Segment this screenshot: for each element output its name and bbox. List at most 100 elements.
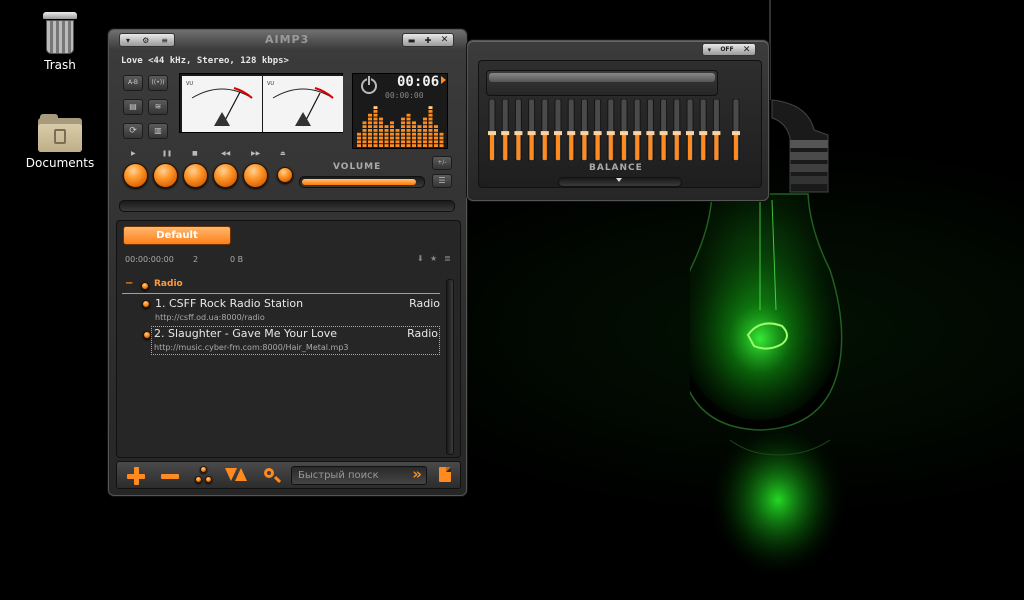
- eq-off-button[interactable]: OFF: [720, 46, 733, 53]
- eq-band-knob[interactable]: [606, 131, 615, 136]
- spectrum-bar: [423, 136, 427, 140]
- app-logo: AIMP3: [265, 33, 310, 46]
- spectrum-bar: [417, 136, 422, 140]
- add-button[interactable]: [121, 465, 151, 485]
- sort-button[interactable]: [223, 467, 249, 483]
- skin-menu-icon[interactable]: ≡: [161, 36, 168, 45]
- spectrum-bar: [384, 125, 389, 128]
- eq-band-knob[interactable]: [593, 131, 602, 136]
- eq-band-level: [635, 133, 640, 160]
- spectrum-bar: [390, 121, 394, 125]
- eq-menu-icon[interactable]: ▾: [708, 46, 712, 54]
- eq-preset-bar[interactable]: [486, 70, 718, 96]
- eq-band-knob[interactable]: [554, 131, 562, 136]
- pin-icon[interactable]: ✚: [425, 36, 432, 45]
- stop-button[interactable]: [183, 163, 208, 188]
- spectrum-bar: [434, 144, 438, 147]
- sound-effects-button[interactable]: ≋: [148, 99, 168, 115]
- playlist-file-button[interactable]: [437, 466, 453, 485]
- spectrum-bar: [401, 144, 405, 147]
- close-icon[interactable]: ✕: [441, 35, 449, 45]
- eq-band-knob[interactable]: [567, 131, 576, 136]
- group-header-radio[interactable]: − Radio: [122, 278, 440, 294]
- title-bar[interactable]: ▾ ⚙ ≡ AIMP3 ▬ ✚ ✕: [109, 30, 466, 50]
- spectrum-bar: [368, 132, 372, 136]
- spectrum-bar: [401, 129, 405, 132]
- eq-band-knob[interactable]: [514, 131, 523, 136]
- sort-icon[interactable]: ⬇: [417, 254, 424, 263]
- eq-close-icon[interactable]: ✕: [743, 45, 751, 55]
- spectrum-bar: [428, 140, 433, 144]
- favorite-icon[interactable]: ★: [430, 254, 437, 263]
- playlist-scrollbar[interactable]: [446, 279, 454, 455]
- quick-search-input[interactable]: Быстрый поиск »: [291, 465, 427, 485]
- eq-preamp-slider[interactable]: [731, 99, 755, 161]
- volume-slider[interactable]: [299, 176, 425, 188]
- eq-band-knob[interactable]: [501, 131, 510, 136]
- previous-button[interactable]: [213, 163, 238, 188]
- eq-band-knob[interactable]: [580, 131, 589, 136]
- list-item[interactable]: 2. Slaughter - Gave Me Your Love Radio h…: [143, 326, 440, 355]
- eq-band-knob[interactable]: [686, 131, 694, 136]
- radio-button[interactable]: ((•)): [148, 75, 168, 91]
- eq-band-knob[interactable]: [527, 131, 536, 136]
- desktop-icon-documents[interactable]: Documents: [10, 114, 110, 170]
- spectrum-bar: [384, 132, 389, 136]
- minimize-icon[interactable]: ▬: [408, 36, 416, 45]
- eq-band-knob[interactable]: [633, 131, 642, 136]
- eq-band-knob[interactable]: [488, 131, 496, 136]
- spectrum-bar: [390, 132, 394, 136]
- elapsed-time[interactable]: 00:06: [397, 74, 439, 90]
- seek-bar[interactable]: [119, 200, 455, 212]
- desktop-icon-label: Documents: [25, 156, 95, 170]
- eq-band-level: [595, 133, 600, 160]
- eq-band-level: [714, 133, 719, 160]
- open-file-button[interactable]: [277, 167, 293, 183]
- playlist-tab-default[interactable]: Default: [123, 226, 231, 245]
- eq-band-knob[interactable]: [620, 131, 628, 136]
- spectrum-bar: [395, 129, 400, 132]
- spectrum-bar: [423, 144, 427, 147]
- eq-band-sliders[interactable]: [487, 99, 727, 161]
- spectrum-bar: [428, 144, 433, 147]
- eq-band-knob[interactable]: [712, 131, 721, 136]
- eq-band-knob[interactable]: [659, 131, 668, 136]
- spectrum-bar: [406, 144, 411, 147]
- eq-band-knob[interactable]: [699, 131, 708, 136]
- spectrum-bar: [390, 140, 394, 144]
- ab-repeat-button[interactable]: A-B: [123, 75, 143, 91]
- spectrum-bar: [428, 132, 433, 136]
- find-button[interactable]: [261, 465, 283, 485]
- spectrum-bar: [373, 129, 378, 132]
- list-item[interactable]: 1. CSFF Rock Radio Station Radio http://…: [142, 296, 440, 324]
- item-bullet-icon: [143, 331, 151, 339]
- playlist-menu-button[interactable]: ☰: [432, 174, 452, 188]
- spectrum-bar: [406, 113, 411, 117]
- remove-button[interactable]: [155, 465, 185, 485]
- equalizer-toggle-button[interactable]: ▥: [148, 123, 168, 139]
- collapse-icon[interactable]: −: [125, 278, 133, 289]
- desktop-icon-trash[interactable]: Trash: [10, 12, 110, 72]
- play-button[interactable]: [123, 163, 148, 188]
- pause-button[interactable]: [153, 163, 178, 188]
- eq-band-knob[interactable]: [672, 131, 681, 136]
- balance-knob[interactable]: [616, 178, 622, 186]
- duration-mode-button[interactable]: +/-: [432, 156, 452, 170]
- eq-band-knob[interactable]: [646, 131, 655, 136]
- next-button[interactable]: [243, 163, 268, 188]
- eq-band-level: [490, 133, 494, 160]
- settings-icon[interactable]: ⚙: [142, 36, 149, 45]
- search-go-icon[interactable]: »: [412, 465, 422, 483]
- eq-preamp-knob[interactable]: [732, 131, 740, 136]
- spectrum-bar: [428, 117, 433, 121]
- eq-band-knob[interactable]: [540, 131, 549, 136]
- playlist-toggle-button[interactable]: ▤: [123, 99, 143, 115]
- repeat-button[interactable]: ⟳: [123, 123, 143, 139]
- manage-button[interactable]: [191, 465, 217, 485]
- spectrum-bar: [373, 113, 378, 117]
- balance-slider[interactable]: [558, 177, 682, 187]
- spectrum-bar: [384, 136, 389, 140]
- list-view-icon[interactable]: ≣: [444, 254, 451, 263]
- menu-dropdown-icon[interactable]: ▾: [126, 36, 130, 45]
- spectrum-bar: [401, 121, 405, 125]
